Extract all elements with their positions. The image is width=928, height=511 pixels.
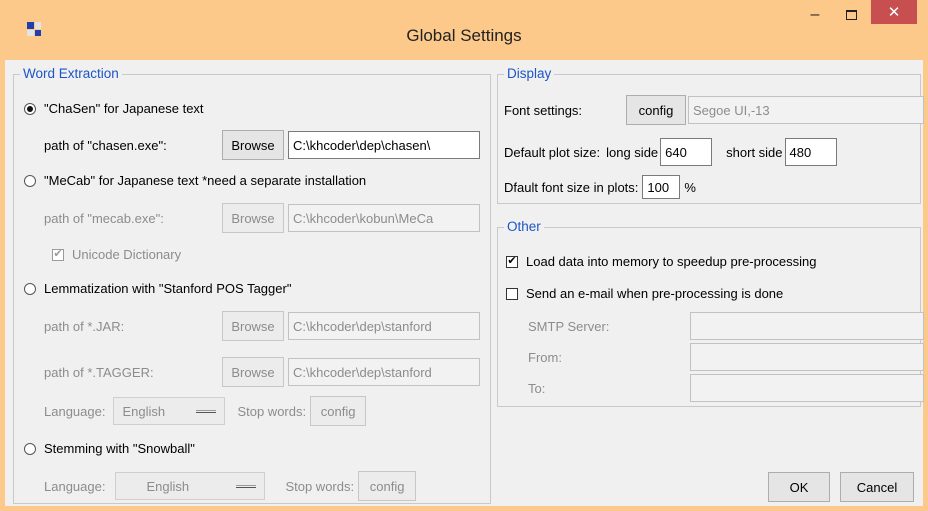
tagger-path-label: path of *.TAGGER: [44,364,154,380]
mecab-path-input[interactable]: C:\khcoder\kobun\MeCa [288,204,480,232]
close-button[interactable]: ✕ [871,0,917,24]
chasen-option[interactable]: "ChaSen" for Japanese text [24,101,204,116]
unicode-dictionary-option[interactable]: ✔ Unicode Dictionary [52,247,181,262]
mecab-path-label: path of "mecab.exe": [44,210,164,226]
from-input[interactable] [690,343,924,371]
to-label: To: [528,380,546,396]
word-extraction-group: Word Extraction "ChaSen" for Japanese te… [13,66,491,504]
send-email-checkbox[interactable] [506,287,518,300]
maximize-button[interactable] [831,0,871,30]
snowball-label: Stemming with "Snowball" [44,441,195,456]
mecab-label: "MeCab" for Japanese text *need a separa… [44,173,367,188]
dropdown-indicator-icon [196,409,217,413]
stanford-label: Lemmatization with "Stanford POS Tagger" [44,281,292,296]
jar-browse-button[interactable]: Browse [222,311,284,341]
other-legend: Other [504,219,544,234]
dialog-client-area: Word Extraction "ChaSen" for Japanese te… [5,60,924,506]
stanford-language-value: English [122,403,166,419]
font-config-button[interactable]: config [626,95,686,125]
to-input[interactable] [690,374,924,402]
unicode-dictionary-label: Unicode Dictionary [72,247,182,262]
snowball-language-label: Language: [44,478,106,494]
short-side-label: short side [726,144,783,160]
mecab-browse-button[interactable]: Browse [222,203,284,233]
font-settings-label: Font settings: [504,102,583,118]
stanford-stop-words-label: Stop words: [237,403,307,419]
short-side-input[interactable]: 480 [784,138,837,166]
long-side-input[interactable]: 640 [660,138,713,166]
mecab-radio[interactable] [24,174,36,187]
plot-font-size-unit: % [684,179,696,195]
cancel-button[interactable]: Cancel [840,472,914,502]
jar-path-input[interactable]: C:\khcoder\dep\stanford [288,312,480,340]
plot-size-label: Default plot size: [504,144,601,160]
chasen-path-label: path of "chasen.exe": [44,137,167,153]
word-extraction-legend: Word Extraction [20,66,122,81]
maximize-icon [845,10,857,20]
tagger-path-input[interactable]: C:\khcoder\dep\stanford [288,358,480,386]
jar-path-label: path of *.JAR: [44,318,125,334]
unicode-dictionary-checkbox[interactable]: ✔ [52,248,64,261]
plot-font-size-label: Dfault font size in plots: [504,179,639,195]
snowball-radio[interactable] [24,442,36,455]
from-label: From: [528,349,562,365]
stanford-language-label: Language: [44,403,106,419]
load-memory-checkbox[interactable]: ✔ [506,255,518,268]
send-email-option[interactable]: Send an e-mail when pre-processing is do… [506,286,783,301]
stanford-language-select[interactable]: English [113,397,226,425]
snowball-option[interactable]: Stemming with "Snowball" [24,441,195,456]
smtp-server-input[interactable] [690,312,924,340]
window-title: Global Settings [406,26,522,45]
other-group: Other ✔ Load data into memory to speedup… [497,219,924,407]
stanford-radio[interactable] [24,282,36,295]
chasen-radio[interactable] [24,102,36,115]
chasen-label: "ChaSen" for Japanese text [44,101,204,116]
stanford-option[interactable]: Lemmatization with "Stanford POS Tagger" [24,281,291,296]
load-memory-option[interactable]: ✔ Load data into memory to speedup pre-p… [506,254,817,269]
minimize-button[interactable]: – [795,0,835,30]
display-group: Display Font settings: config Segoe UI,-… [497,66,924,204]
global-settings-window: Global Settings – ✕ Word Extraction "Cha… [0,0,928,511]
dropdown-indicator-icon [236,484,257,488]
chasen-path-input[interactable]: C:\khcoder\dep\chasen\ [288,131,480,159]
display-legend: Display [504,66,555,81]
snowball-language-value: English [146,478,190,494]
load-memory-label: Load data into memory to speedup pre-pro… [526,254,817,269]
title-bar[interactable]: Global Settings – ✕ [5,0,923,60]
smtp-server-label: SMTP Server: [528,318,610,334]
snowball-language-select[interactable]: English [115,472,266,500]
chasen-browse-button[interactable]: Browse [222,130,284,160]
plot-font-size-input[interactable]: 100 [642,175,681,199]
ok-button[interactable]: OK [768,472,830,502]
send-email-label: Send an e-mail when pre-processing is do… [526,286,784,301]
stanford-stop-words-config-button[interactable]: config [310,396,367,426]
snowball-stop-words-config-button[interactable]: config [358,471,417,501]
mecab-option[interactable]: "MeCab" for Japanese text *need a separa… [24,173,366,188]
snowball-stop-words-label: Stop words: [285,478,355,494]
long-side-label: long side [606,144,659,160]
tagger-browse-button[interactable]: Browse [222,357,284,387]
font-value-field[interactable]: Segoe UI,-13 [688,96,924,124]
